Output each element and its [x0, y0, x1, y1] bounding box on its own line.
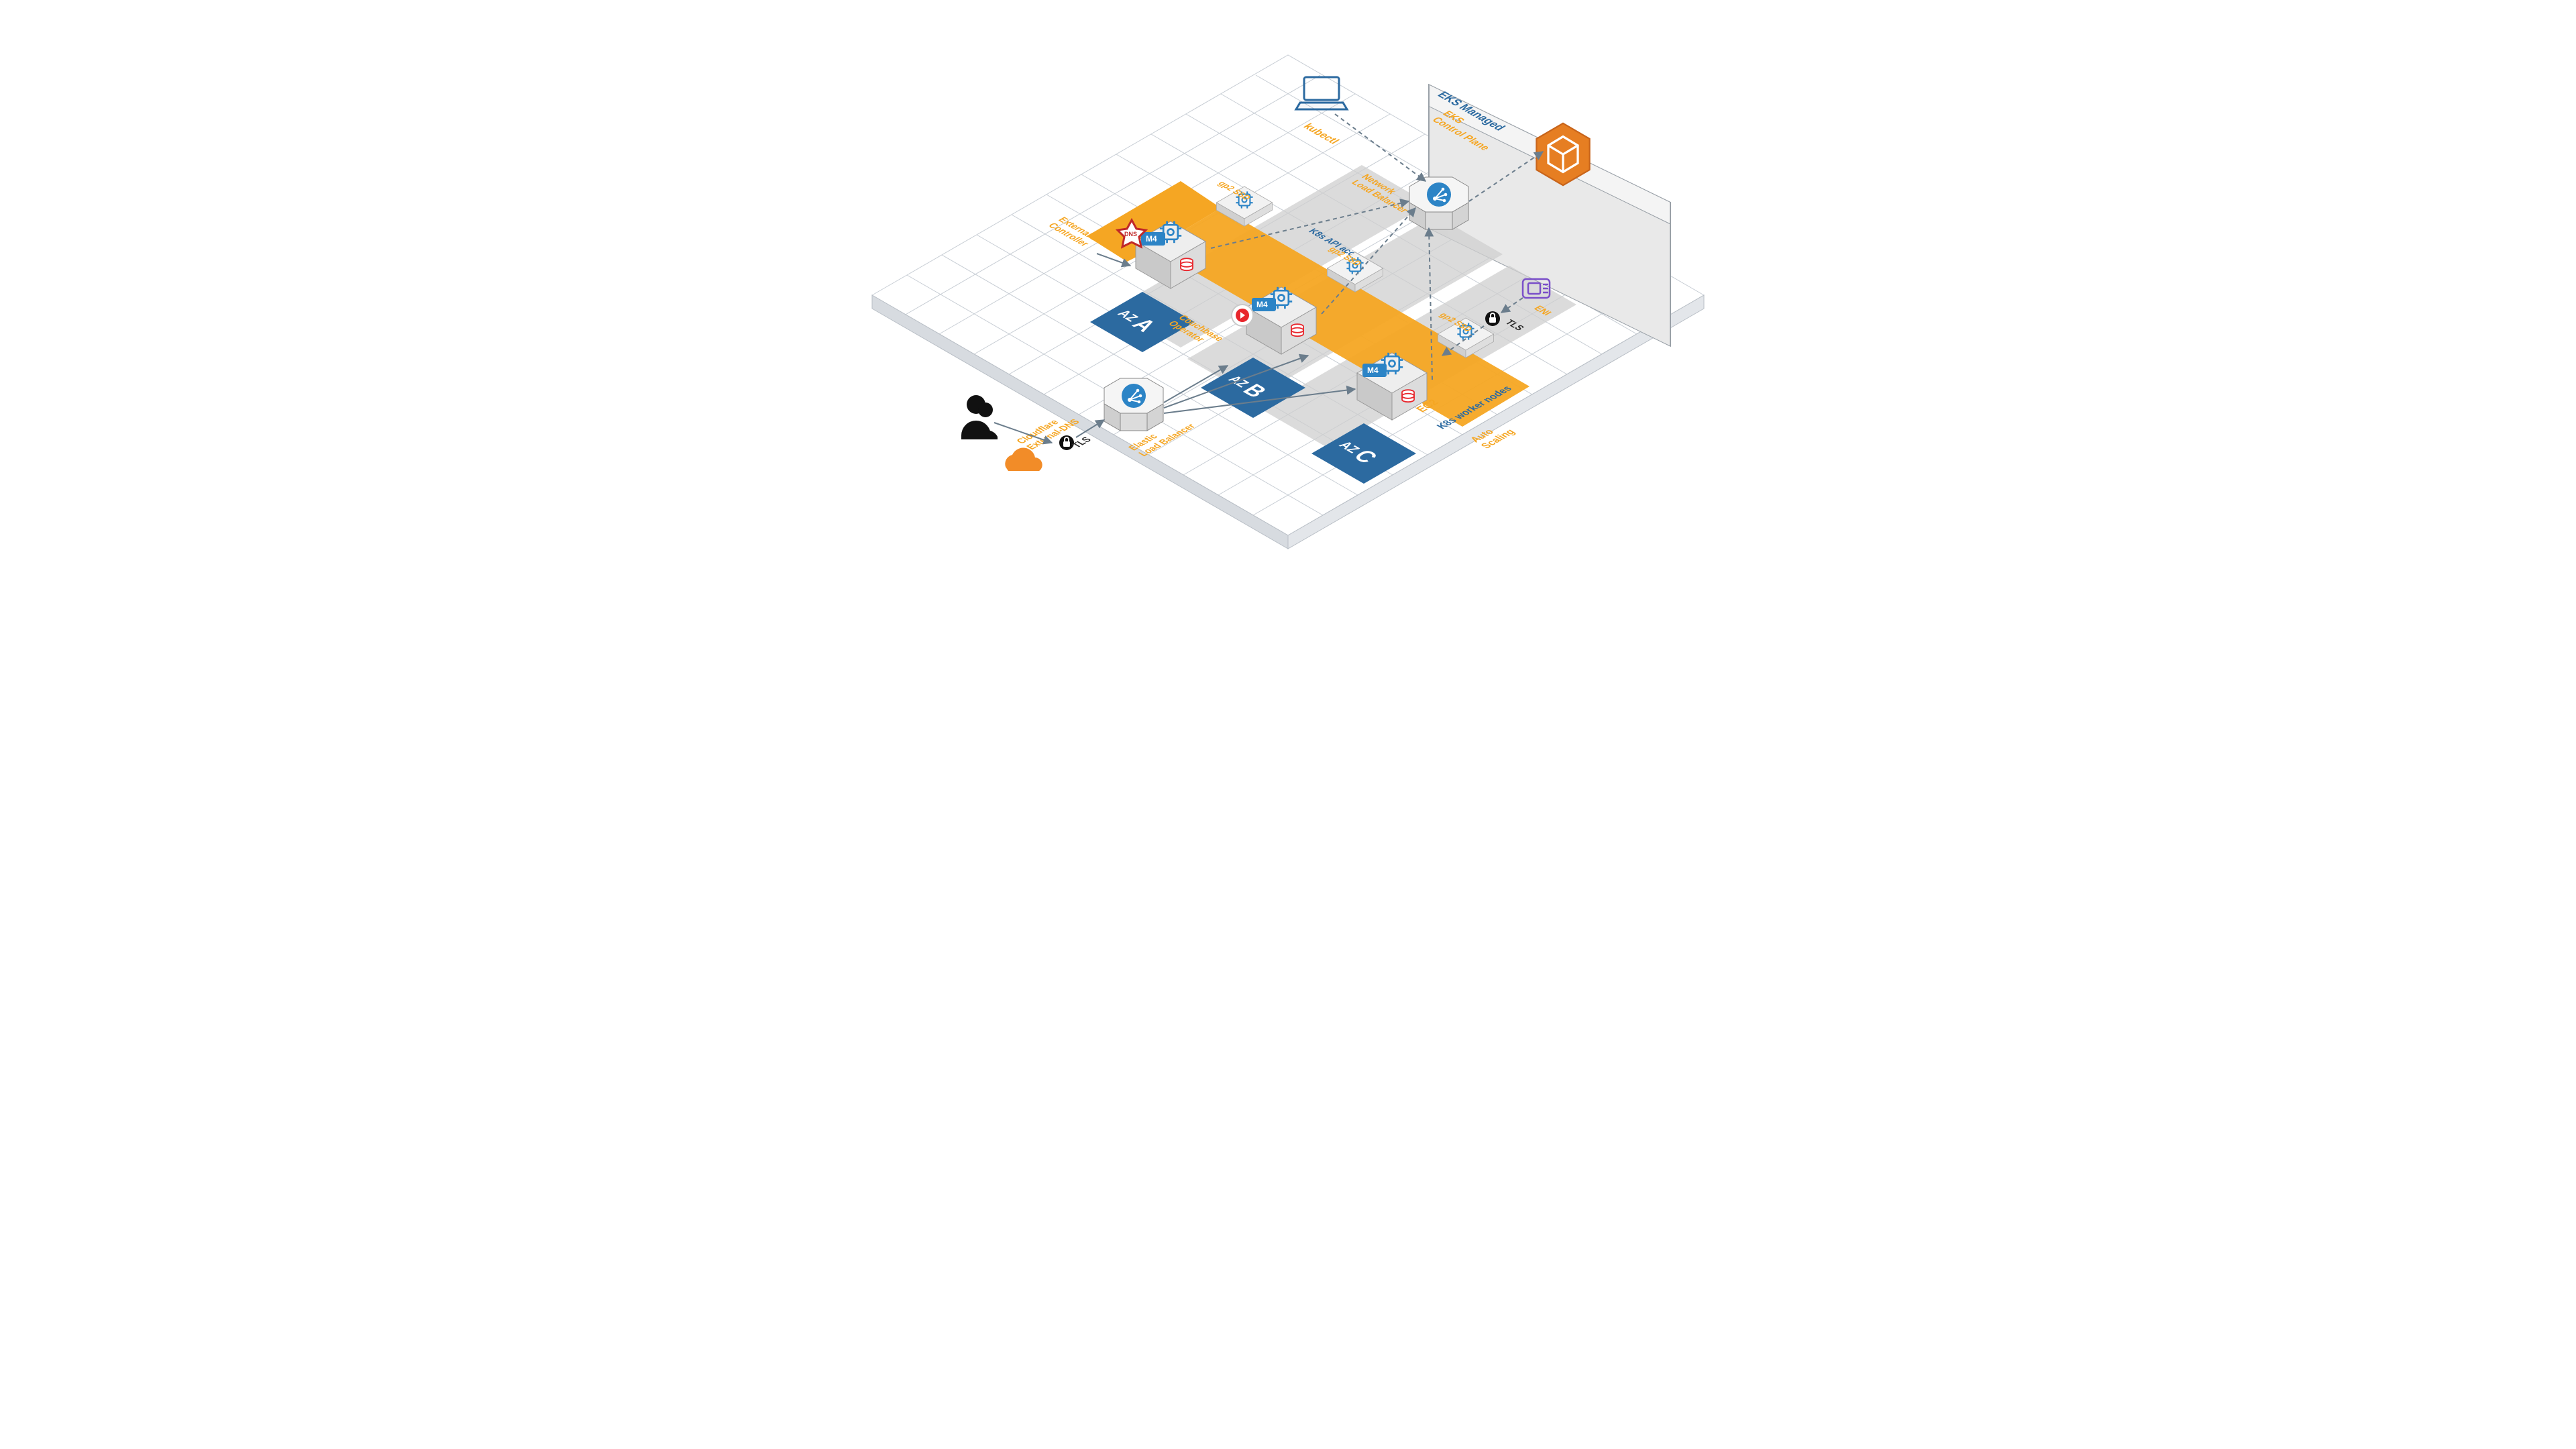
- svg-text:DNS: DNS: [1124, 231, 1137, 237]
- m4-badge-b: M4: [1256, 300, 1268, 309]
- couchbase-operator-badge: [1232, 305, 1253, 326]
- tls-label-l: TLS: [1069, 435, 1093, 449]
- m4-badge-a: M4: [1146, 234, 1157, 244]
- m4-badge-c: M4: [1367, 366, 1379, 375]
- architecture-diagram: EKS Managed EKS Control Plane kubectl Ne…: [798, 0, 1778, 550]
- user-icon: [961, 395, 998, 439]
